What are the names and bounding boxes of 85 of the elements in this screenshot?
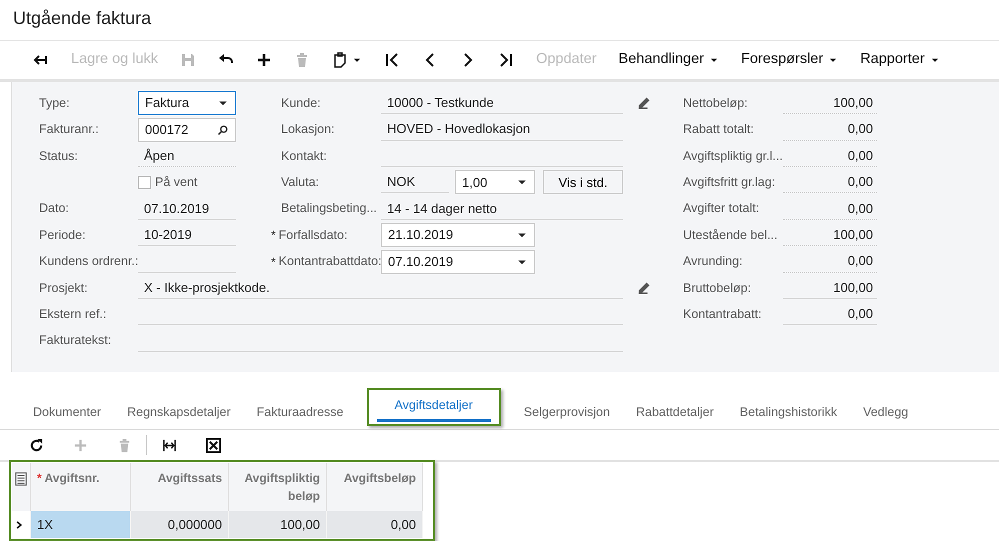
field-label: Type: xyxy=(39,94,71,112)
menu-button[interactable]: Rapporter xyxy=(849,44,951,76)
field-label: Kontantrabattdato: xyxy=(278,253,382,270)
table-cell: 0,000000 xyxy=(130,511,228,538)
total-value: 100,00 xyxy=(833,278,873,297)
tab[interactable]: Vedlegg xyxy=(850,396,922,429)
field-label: Prosjekt: xyxy=(39,280,89,297)
total-value: 100,00 xyxy=(833,226,873,244)
field-value: 10-2019 xyxy=(144,226,192,244)
dropdown[interactable]: 1,00 xyxy=(455,170,535,194)
field-label: Kontakt: xyxy=(281,148,328,165)
field-label: Dato: xyxy=(39,200,70,218)
total-label: Avgiftsfritt gr.lag: xyxy=(683,174,776,191)
total-label: Avgiftspliktig gr.l... xyxy=(683,148,783,165)
search-icon xyxy=(217,124,229,136)
field-label: Periode: xyxy=(39,226,87,244)
total-label: Bruttobeløp: xyxy=(683,280,752,297)
tab[interactable]: Betalingshistorikk xyxy=(726,396,850,429)
field-label: Status: xyxy=(39,148,79,165)
total-value: 0,00 xyxy=(848,173,873,192)
total-value: 0,00 xyxy=(848,305,873,324)
checkbox[interactable] xyxy=(138,176,151,189)
row-pointer-icon xyxy=(14,520,24,530)
field-label: Lokasjon: xyxy=(281,121,336,138)
total-value: 0,00 xyxy=(848,146,873,165)
table-cell: 100,00 xyxy=(228,511,326,538)
tab[interactable]: Rabattdetaljer xyxy=(622,396,727,429)
tab[interactable]: Regnskapsdetaljer xyxy=(114,396,244,429)
field-value: NOK xyxy=(387,173,416,192)
total-label: Nettobeløp: xyxy=(683,94,749,112)
menu-button[interactable]: Behandlinger xyxy=(608,44,730,76)
tab[interactable]: Dokumenter xyxy=(20,396,114,429)
first-page-icon xyxy=(384,52,400,68)
tab[interactable]: Fakturaadresse xyxy=(244,396,356,429)
field-value: X - Ikke-prosjektkode. xyxy=(144,278,270,297)
required-mark: * xyxy=(271,254,276,271)
total-label: Avrunding: xyxy=(683,253,744,270)
field-label: Kunde: xyxy=(281,94,322,112)
search-field[interactable]: 000172 xyxy=(138,118,236,142)
total-value: 100,00 xyxy=(833,94,873,112)
field-label: Ekstern ref.: xyxy=(39,306,108,323)
last-page-icon xyxy=(498,52,514,68)
fit-columns-icon xyxy=(162,438,176,452)
field-value: 07.10.2019 xyxy=(144,200,210,218)
field-label: Fakturatekst: xyxy=(39,332,112,350)
total-label: Avgifter totalt: xyxy=(683,200,760,218)
field-value: 10000 - Testkunde xyxy=(387,94,494,112)
required-mark: * xyxy=(271,227,276,244)
total-label: Kontantrabatt: xyxy=(683,306,763,323)
dropdown[interactable]: Faktura xyxy=(138,91,236,116)
field-label: Betalingsbeting... xyxy=(281,200,378,218)
total-label: Rabatt totalt: xyxy=(683,121,755,138)
table-cell: 1X xyxy=(30,511,130,538)
currency-view-button[interactable]: Vis i std. xyxy=(543,170,623,194)
column-header[interactable]: * Avgiftsnr. xyxy=(30,463,130,511)
excel-export-icon xyxy=(206,438,220,452)
field-value: HOVED - Hovedlokasjon xyxy=(387,120,530,138)
table-cell: 0,00 xyxy=(326,511,422,538)
field-value: 14 - 14 dager netto xyxy=(387,200,497,218)
column-header[interactable]: Avgiftsbeløp xyxy=(326,463,422,511)
clipboard-icon xyxy=(332,52,348,68)
menu-button[interactable]: Forespørsler xyxy=(730,44,850,76)
field-label: Fakturanr.: xyxy=(39,121,100,138)
date-field[interactable]: 21.10.2019 xyxy=(381,223,535,248)
refresh-icon xyxy=(28,438,44,452)
field-value: Åpen xyxy=(144,146,174,165)
pencil-icon xyxy=(637,280,651,295)
field-label: Valuta: xyxy=(281,174,320,191)
page-title: Utgående faktura xyxy=(13,8,152,28)
total-value: 0,00 xyxy=(848,200,873,218)
pencil-icon xyxy=(637,96,651,110)
column-header[interactable]: Avgiftssats xyxy=(130,463,228,511)
total-value: 0,00 xyxy=(848,120,873,138)
checkbox-label: På vent xyxy=(155,174,198,191)
field-label: Forfallsdato: xyxy=(278,226,348,244)
tab[interactable]: Selgerprovisjon xyxy=(510,396,623,429)
total-label: Utestående bel... xyxy=(683,226,779,244)
plus-icon xyxy=(72,438,88,452)
total-value: 0,00 xyxy=(848,252,873,270)
column-header[interactable]: Avgiftspliktig beløp xyxy=(228,463,326,511)
column-settings-icon xyxy=(14,472,28,486)
plus-icon xyxy=(256,52,272,68)
date-field[interactable]: 07.10.2019 xyxy=(381,250,535,274)
tab[interactable]: Avgiftsdetaljer xyxy=(366,388,501,426)
field-label: Kundens ordrenr.: xyxy=(39,253,138,270)
